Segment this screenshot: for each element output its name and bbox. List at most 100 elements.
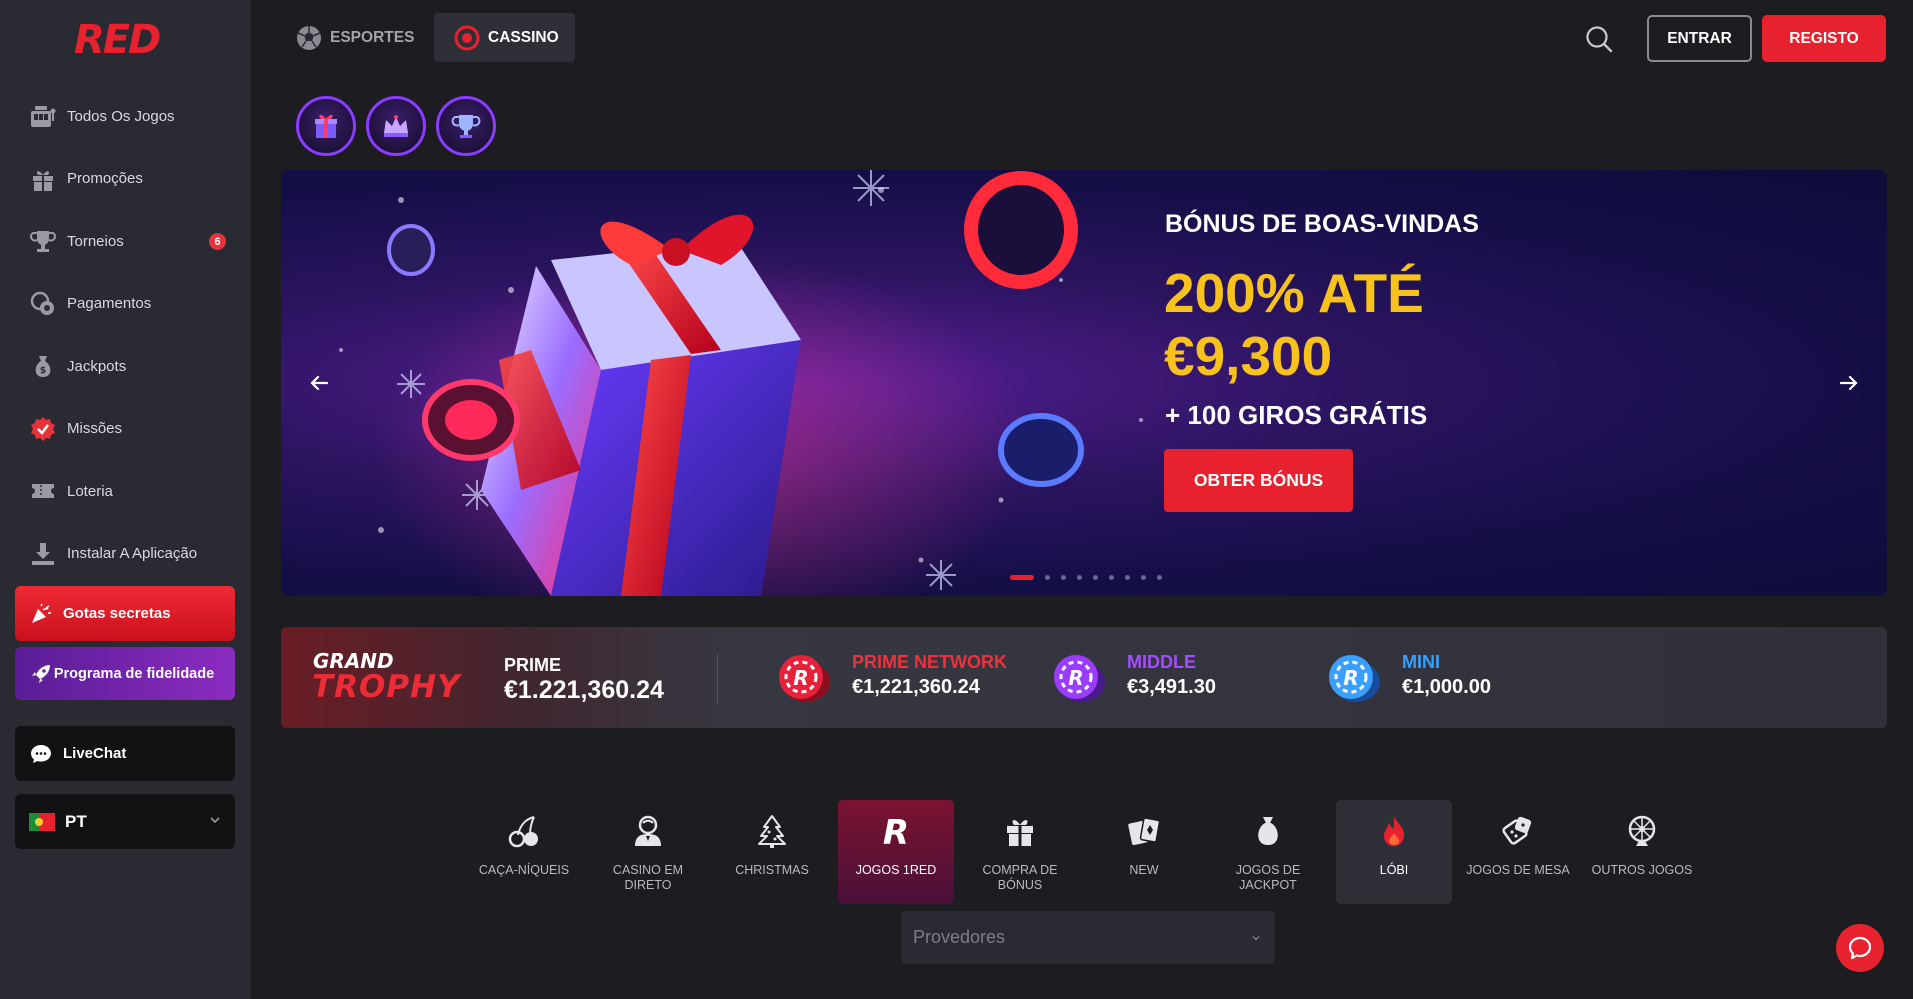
carousel-dots xyxy=(1010,575,1162,580)
sidebar-item-label: Loteria xyxy=(67,482,113,500)
language-selector[interactable]: PT xyxy=(15,794,235,849)
register-button[interactable]: REGISTO xyxy=(1762,15,1886,62)
casino-chip-icon xyxy=(454,25,480,50)
portugal-flag-icon xyxy=(29,812,55,831)
grand-trophy-top: GRAND xyxy=(313,649,394,673)
category-1red-games[interactable]: R JOGOS 1RED xyxy=(838,800,954,904)
arrow-right-icon[interactable] xyxy=(1833,367,1865,399)
livechat-button[interactable]: LiveChat xyxy=(15,726,235,781)
category-label: JOGOS 1RED xyxy=(855,863,937,877)
providers-placeholder: Provedores xyxy=(913,927,1006,947)
prime-jackpot-name: PRIME xyxy=(504,655,562,675)
loyalty-program-label: Programa de fidelidade xyxy=(53,665,215,682)
red-r-icon: R xyxy=(883,813,909,849)
tab-casino-label: CASSINO xyxy=(488,28,559,46)
category-christmas[interactable]: CHRISTMAS xyxy=(714,800,830,904)
jackpot-tier-name: PRIME NETWORK xyxy=(852,652,1007,672)
gift-icon xyxy=(33,170,53,191)
download-icon xyxy=(32,542,54,565)
jackpot-tier-name: MIDDLE xyxy=(1127,652,1196,672)
trophy-icon xyxy=(30,231,56,253)
livechat-label: LiveChat xyxy=(63,745,127,762)
sidebar-item-payments[interactable]: Pagamentos xyxy=(0,273,251,336)
arrow-left-icon[interactable] xyxy=(303,367,335,399)
coins-icon xyxy=(30,291,54,315)
carousel-dot[interactable] xyxy=(1141,575,1146,580)
sidebar-item-missions[interactable]: Missões xyxy=(0,398,251,461)
chat-bubble-icon xyxy=(1848,936,1872,960)
category-other-games[interactable]: OUTROS JOGOS xyxy=(1584,800,1700,904)
logo[interactable]: RED xyxy=(74,18,176,62)
sidebar-item-label: Missões xyxy=(67,420,123,438)
carousel-dot[interactable] xyxy=(1109,575,1114,580)
sidebar-item-lottery[interactable]: Loteria xyxy=(0,460,251,523)
sidebar-item-promotions[interactable]: Promoções xyxy=(0,148,251,211)
category-lobby[interactable]: LÓBI xyxy=(1336,800,1452,904)
secret-drops-button[interactable]: Gotas secretas xyxy=(15,586,235,641)
carousel-dot[interactable] xyxy=(1125,575,1130,580)
sidebar-item-all-games[interactable]: Todos Os Jogos xyxy=(0,85,251,148)
carousel-dot[interactable] xyxy=(1157,575,1162,580)
category-jackpot-games[interactable]: JOGOS DE JACKPOT xyxy=(1210,800,1326,904)
sidebar-item-label: Instalar A Aplicação xyxy=(67,545,198,563)
category-label: JOGOS DE MESA xyxy=(1466,863,1570,877)
login-button[interactable]: ENTRAR xyxy=(1647,15,1752,62)
tab-casino[interactable]: CASSINO xyxy=(434,13,575,62)
crown-icon xyxy=(384,115,408,137)
gift-icon xyxy=(1007,820,1033,846)
christmas-tree-icon xyxy=(758,815,786,848)
carousel-dot[interactable] xyxy=(1045,575,1050,580)
purple-chip-icon: R xyxy=(1054,655,1105,702)
category-table-games[interactable]: JOGOS DE MESA xyxy=(1460,800,1576,904)
jackpot-strip[interactable]: GRAND TROPHY PRIME €1.221,360.24 R PRIME… xyxy=(281,627,1887,728)
providers-select[interactable]: Provedores xyxy=(901,911,1275,964)
carousel-dot[interactable] xyxy=(1093,575,1098,580)
jackpot-tier-value: €1,000.00 xyxy=(1402,676,1491,698)
gift-box-illustration xyxy=(339,170,1143,596)
sidebar-item-install-app[interactable]: Instalar A Aplicação xyxy=(0,523,251,586)
tab-sports[interactable]: ESPORTES xyxy=(296,13,416,62)
carousel-dot[interactable] xyxy=(1077,575,1082,580)
cards-icon xyxy=(1128,817,1161,846)
red-chip-icon: R xyxy=(779,655,830,702)
language-label: PT xyxy=(65,811,87,831)
story-trophy[interactable] xyxy=(436,96,496,156)
carousel-dot[interactable] xyxy=(1061,575,1066,580)
ticket-icon xyxy=(32,484,54,499)
divider xyxy=(717,654,718,704)
category-new[interactable]: NEW xyxy=(1086,800,1202,904)
sidebar-item-label: Promoções xyxy=(67,170,143,188)
banner-amount: 200% ATÉ €9,300 xyxy=(1164,262,1424,387)
sidebar-item-label: Pagamentos xyxy=(67,295,152,313)
banner-free-spins: + 100 GIROS GRÁTIS xyxy=(1165,400,1428,430)
jackpot-tier-value: €1,221,360.24 xyxy=(852,676,980,698)
jackpot-tier-name: MINI xyxy=(1402,652,1440,672)
banner-kicker: BÓNUS DE BOAS-VINDAS xyxy=(1165,210,1479,238)
sidebar-item-label: Torneios xyxy=(67,232,124,250)
sidebar-item-label: Todos Os Jogos xyxy=(67,107,175,125)
category-label: COMPRA DE BÓNUS xyxy=(982,863,1058,892)
loyalty-program-button[interactable]: Programa de fidelidade xyxy=(15,647,235,700)
category-slots[interactable]: CAÇA-NÍQUEIS xyxy=(466,800,582,904)
dice-icon xyxy=(1502,816,1532,845)
rocket-icon xyxy=(32,664,50,683)
story-crown[interactable] xyxy=(366,96,426,156)
sidebar-item-jackpots[interactable]: $ Jackpots xyxy=(0,335,251,398)
search-icon[interactable] xyxy=(1584,24,1614,54)
trophy-icon xyxy=(451,115,481,138)
svg-text:R: R xyxy=(793,666,808,690)
category-live-casino[interactable]: CASINO EM DIRETO xyxy=(590,800,706,904)
carousel-dot[interactable] xyxy=(1010,575,1034,580)
get-bonus-button[interactable]: OBTER BÓNUS xyxy=(1164,449,1353,512)
sidebar-item-tournaments[interactable]: Torneios 6 xyxy=(0,210,251,273)
grand-trophy-bottom: TROPHY xyxy=(312,669,461,705)
story-gift[interactable] xyxy=(296,96,356,156)
wheel-icon xyxy=(1628,815,1656,846)
svg-text:$: $ xyxy=(40,366,46,376)
category-label: CHRISTMAS xyxy=(735,863,809,877)
slot-machine-icon xyxy=(31,106,56,128)
support-chat-button[interactable] xyxy=(1836,924,1884,972)
sidebar-nav: Todos Os Jogos Promoções Torneios 6 Paga… xyxy=(0,85,251,585)
svg-text:R: R xyxy=(883,813,909,849)
category-bonus-buy[interactable]: COMPRA DE BÓNUS xyxy=(962,800,1078,904)
